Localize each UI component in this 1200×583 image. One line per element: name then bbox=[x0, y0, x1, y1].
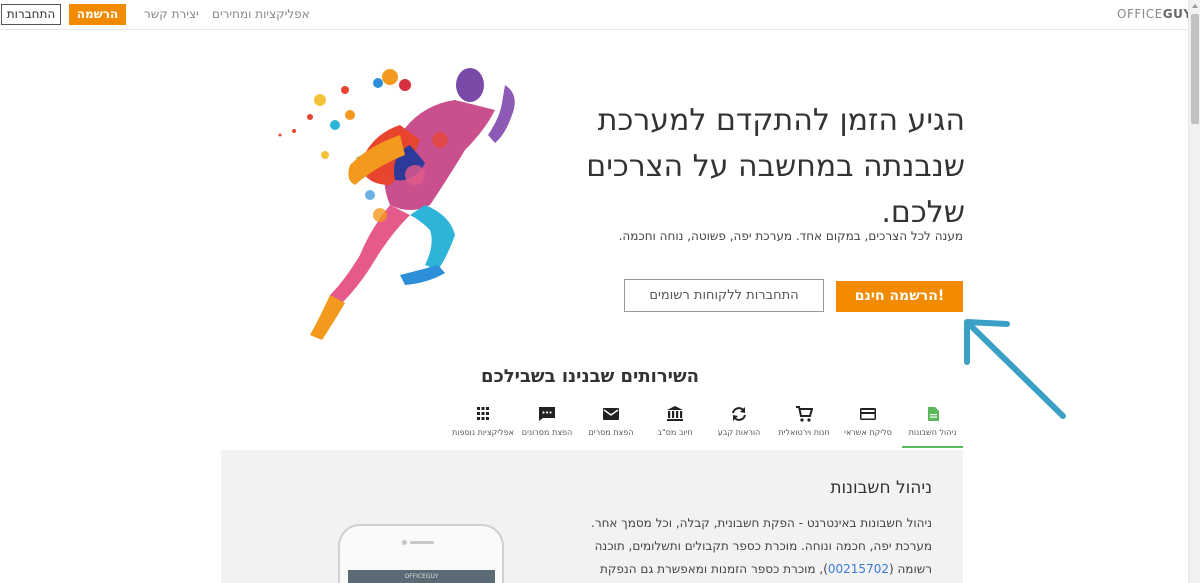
runner-illustration bbox=[278, 68, 515, 340]
tab-sms-broadcast[interactable]: הפצת מסרונים bbox=[516, 400, 578, 448]
panel-line-1: ניהול חשבונות באינטרנט - הפקת חשבונית, ק… bbox=[591, 516, 932, 530]
login-button[interactable]: התחברות bbox=[1, 4, 61, 25]
tab-label: הוראות קבע bbox=[717, 428, 761, 437]
services-tabs: ניהול חשבונות סליקת אשראי חנות וירטואלית bbox=[450, 400, 963, 450]
nav-link-apps-pricing[interactable]: אפליקציות ומחירים bbox=[212, 7, 310, 21]
bank-icon bbox=[667, 406, 683, 421]
tab-label: הפצת מסרונים bbox=[521, 428, 573, 437]
phone-brand: OFFICEGUY bbox=[404, 573, 439, 580]
panel-line-2: מערכת יפה, חכמה ונוחה. מוכרת כספר תקבולי… bbox=[594, 539, 932, 553]
phone-screen: OFFICEGUY bbox=[348, 570, 495, 583]
tab-masav-billing[interactable]: חיוב מס"ב bbox=[644, 400, 706, 448]
phone-mockup: OFFICEGUY bbox=[338, 524, 504, 583]
cart-icon bbox=[796, 406, 813, 422]
document-icon bbox=[927, 407, 939, 421]
tab-label: אפליקציות נוספות bbox=[452, 428, 514, 437]
tab-accounting[interactable]: ניהול חשבונות bbox=[902, 400, 963, 448]
brand-office: OFFICE bbox=[1117, 7, 1163, 21]
page: התחברות הרשמה יצירת קשר אפליקציות ומחירי… bbox=[0, 0, 1200, 583]
panel-line-3-pre: רשומה ( bbox=[888, 562, 932, 576]
tab-email-broadcast[interactable]: הפצת מסרים bbox=[580, 400, 642, 448]
tab-label: ניהול חשבונות bbox=[908, 428, 957, 437]
register-button[interactable]: הרשמה bbox=[69, 4, 126, 25]
arrow-annotation-icon bbox=[964, 319, 1066, 419]
scrollbar-thumb[interactable] bbox=[1191, 14, 1199, 124]
grid-icon bbox=[477, 407, 489, 420]
phone-camera bbox=[402, 540, 407, 545]
tab-standing-orders[interactable]: הוראות קבע bbox=[708, 400, 770, 448]
hero-subtitle: מענה לכל הצרכים, במקום אחד. מערכת יפה, פ… bbox=[618, 229, 963, 243]
free-signup-button[interactable]: הרשמה חינם! bbox=[836, 281, 963, 312]
registered-login-button[interactable]: התחברות ללקוחות רשומים bbox=[624, 279, 824, 312]
refresh-icon bbox=[732, 407, 746, 421]
sms-icon bbox=[539, 407, 555, 421]
services-title: השירותים שבנינו בשבילכם bbox=[481, 366, 699, 387]
email-icon bbox=[603, 408, 619, 420]
tab-more-apps[interactable]: אפליקציות נוספות bbox=[450, 400, 516, 448]
panel-line-3: רשומה (00215702), מוכרת כספר הזמנות ומאפ… bbox=[590, 558, 932, 581]
panel-title: ניהול חשבונות bbox=[830, 478, 932, 498]
phone-speaker bbox=[410, 541, 434, 544]
top-nav: התחברות הרשמה יצירת קשר אפליקציות ומחירי… bbox=[0, 0, 1192, 30]
scrollbar[interactable] bbox=[1188, 0, 1200, 583]
brand-logo[interactable]: OFFICEGUY bbox=[1117, 7, 1193, 21]
nav-link-contact[interactable]: יצירת קשר bbox=[144, 7, 199, 21]
panel-description: ניהול חשבונות באינטרנט - הפקת חשבונית, ק… bbox=[590, 512, 932, 581]
tab-credit-clearing[interactable]: סליקת אשראי bbox=[837, 400, 899, 448]
tab-virtual-store[interactable]: חנות וירטואלית bbox=[773, 400, 835, 448]
panel-line-3-post: ), מוכרת כספר הזמנות ומאפשרת גם הנפקת bbox=[600, 562, 828, 576]
tab-label: הפצת מסרים bbox=[588, 428, 634, 437]
scroll-up-icon[interactable] bbox=[1192, 4, 1198, 8]
tab-label: חיוב מס"ב bbox=[657, 428, 693, 437]
tab-label: סליקת אשראי bbox=[844, 428, 892, 437]
tab-label: חנות וירטואלית bbox=[778, 428, 830, 437]
hero-title: הגיע הזמן להתקדם למערכת שנבנתה במחשבה על… bbox=[586, 103, 965, 230]
credit-card-icon bbox=[860, 408, 876, 420]
registration-number-link[interactable]: 00215702 bbox=[828, 562, 889, 576]
